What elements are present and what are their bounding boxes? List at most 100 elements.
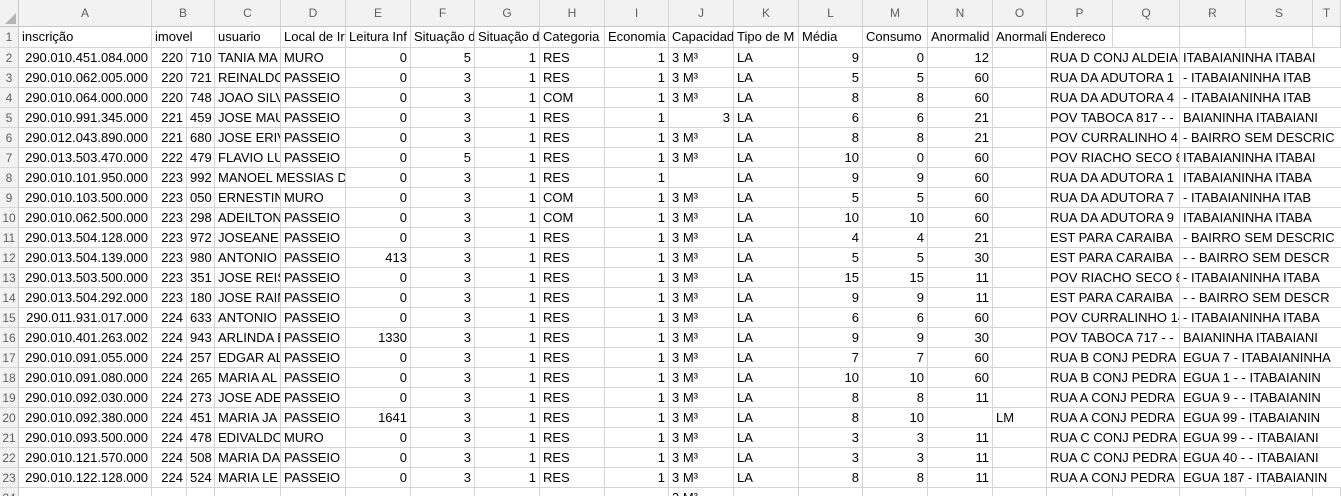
- cell-local[interactable]: PASSEIO: [281, 348, 346, 368]
- cell-situacao2[interactable]: 1: [475, 248, 540, 268]
- cell-imovel-part1[interactable]: 224: [152, 448, 187, 468]
- cell-capacidade[interactable]: 3 M³: [669, 248, 734, 268]
- cell-capacidade[interactable]: 3 M³: [669, 388, 734, 408]
- cell-anormalidade1[interactable]: 60: [928, 208, 993, 228]
- cell-consumo[interactable]: 9: [863, 168, 928, 188]
- cell-usuario[interactable]: REINALDO: [215, 68, 281, 88]
- cell-media[interactable]: 10: [799, 368, 863, 388]
- cell-usuario[interactable]: FLAVIO LU: [215, 148, 281, 168]
- header-cell-media[interactable]: Média: [799, 27, 863, 48]
- cell-anormalidade2[interactable]: [993, 328, 1047, 348]
- cell-endereco-continuation[interactable]: ITABAIANINHA ITABA: [1180, 208, 1341, 228]
- header-cell-situacao1[interactable]: Situação d: [411, 27, 475, 48]
- cell-consumo[interactable]: 5: [863, 248, 928, 268]
- cell-anormalidade2[interactable]: [993, 288, 1047, 308]
- cell-situacao1[interactable]: 3: [411, 448, 475, 468]
- cell-tipo-medidor[interactable]: LA: [734, 68, 799, 88]
- cell-situacao1[interactable]: 3: [411, 308, 475, 328]
- cell-endereco[interactable]: RUA B CONJ PEDRA I: [1047, 368, 1180, 388]
- cell-empty-k[interactable]: [734, 488, 799, 496]
- row-number-4[interactable]: 4: [0, 88, 19, 108]
- cell-anormalidade2[interactable]: [993, 68, 1047, 88]
- cell-usuario[interactable]: MARIA AL: [215, 368, 281, 388]
- cell-anormalidade1[interactable]: 11: [928, 448, 993, 468]
- cell-leitura[interactable]: 1641: [346, 408, 411, 428]
- header-cell-leitura[interactable]: Leitura Inf: [346, 27, 411, 48]
- cell-situacao2[interactable]: 1: [475, 188, 540, 208]
- cell-endereco-continuation[interactable]: EGUA 99 - - ITABAIANI: [1180, 428, 1341, 448]
- header-cell-empty-q[interactable]: [1113, 27, 1180, 48]
- cell-media[interactable]: 8: [799, 388, 863, 408]
- column-header-I[interactable]: I: [605, 0, 669, 26]
- cell-capacidade[interactable]: 3 M³: [669, 308, 734, 328]
- cell-anormalidade2[interactable]: [993, 88, 1047, 108]
- cell-categoria[interactable]: RES: [540, 428, 605, 448]
- cell-anormalidade2[interactable]: [993, 368, 1047, 388]
- cell-endereco[interactable]: RUA B CONJ PEDRA I: [1047, 348, 1180, 368]
- cell-situacao2[interactable]: 1: [475, 448, 540, 468]
- row-number-5[interactable]: 5: [0, 108, 19, 128]
- cell-anormalidade1[interactable]: 30: [928, 328, 993, 348]
- row-number-17[interactable]: 17: [0, 348, 19, 368]
- cell-imovel-part2[interactable]: 710: [187, 48, 215, 68]
- cell-situacao1[interactable]: 3: [411, 208, 475, 228]
- cell-situacao1[interactable]: 3: [411, 468, 475, 488]
- cell-categoria[interactable]: RES: [540, 328, 605, 348]
- cell-imovel-part2[interactable]: 748: [187, 88, 215, 108]
- cell-tipo-medidor[interactable]: LA: [734, 128, 799, 148]
- header-cell-empty-r[interactable]: [1180, 27, 1246, 48]
- cell-economia[interactable]: 1: [605, 88, 669, 108]
- cell-imovel-part1[interactable]: 223: [152, 248, 187, 268]
- cell-tipo-medidor[interactable]: LA: [734, 388, 799, 408]
- cell-categoria[interactable]: COM: [540, 88, 605, 108]
- cell-usuario[interactable]: MARIA DA: [215, 448, 281, 468]
- header-cell-local[interactable]: Local de Ir: [281, 27, 346, 48]
- cell-consumo[interactable]: 4: [863, 228, 928, 248]
- cell-local[interactable]: PASSEIO: [281, 468, 346, 488]
- cell-usuario[interactable]: JOSEANE I: [215, 228, 281, 248]
- cell-situacao1[interactable]: 3: [411, 428, 475, 448]
- row-number-2[interactable]: 2: [0, 48, 19, 68]
- cell-consumo[interactable]: 0: [863, 48, 928, 68]
- row-number-20[interactable]: 20: [0, 408, 19, 428]
- cell-local[interactable]: PASSEIO: [281, 88, 346, 108]
- cell-endereco[interactable]: POV RIACHO SECO 8: [1047, 268, 1180, 288]
- cell-tipo-medidor[interactable]: LA: [734, 428, 799, 448]
- column-header-K[interactable]: K: [734, 0, 799, 26]
- cell-economia[interactable]: 1: [605, 208, 669, 228]
- cell-inscricao[interactable]: 290.010.092.380.000: [19, 408, 152, 428]
- cell-tipo-medidor[interactable]: LA: [734, 408, 799, 428]
- cell-anormalidade2[interactable]: [993, 388, 1047, 408]
- cell-empty-l[interactable]: [799, 488, 863, 496]
- cell-endereco-continuation[interactable]: - BAIRRO SEM DESCRIC: [1180, 128, 1341, 148]
- cell-anormalidade1[interactable]: 21: [928, 228, 993, 248]
- cell-endereco[interactable]: RUA A CONJ PEDRA: [1047, 468, 1180, 488]
- cell-situacao1[interactable]: 3: [411, 268, 475, 288]
- cell-imovel-part1[interactable]: 224: [152, 468, 187, 488]
- cell-imovel-part2[interactable]: 459: [187, 108, 215, 128]
- column-header-D[interactable]: D: [281, 0, 346, 26]
- cell-local[interactable]: PASSEIO: [281, 148, 346, 168]
- cell-tipo-medidor[interactable]: LA: [734, 168, 799, 188]
- cell-economia[interactable]: 1: [605, 428, 669, 448]
- cell-inscricao[interactable]: 290.013.504.292.000: [19, 288, 152, 308]
- cell-economia[interactable]: 1: [605, 228, 669, 248]
- cell-imovel-part2[interactable]: 265: [187, 368, 215, 388]
- cell-consumo[interactable]: 5: [863, 68, 928, 88]
- cell-imovel-part1[interactable]: 223: [152, 228, 187, 248]
- cell-endereco[interactable]: RUA DA ADUTORA 1: [1047, 168, 1180, 188]
- cell-imovel-part1[interactable]: 224: [152, 328, 187, 348]
- cell-capacidade[interactable]: 3 M³: [669, 428, 734, 448]
- cell-endereco[interactable]: POV TABOCA 717 - -: [1047, 328, 1180, 348]
- cell-anormalidade1[interactable]: 60: [928, 368, 993, 388]
- cell-usuario[interactable]: JOSE MAU: [215, 108, 281, 128]
- cell-empty-b2[interactable]: [187, 488, 215, 496]
- cell-anormalidade2[interactable]: [993, 208, 1047, 228]
- cell-endereco-continuation[interactable]: EGUA 187 - ITABAIANIN: [1180, 468, 1341, 488]
- cell-usuario[interactable]: ARLINDA E: [215, 328, 281, 348]
- column-header-C[interactable]: C: [215, 0, 281, 26]
- cell-endereco-continuation[interactable]: - ITABAIANINHA ITABA: [1180, 308, 1341, 328]
- cell-leitura[interactable]: 0: [346, 88, 411, 108]
- cell-imovel-part1[interactable]: 221: [152, 108, 187, 128]
- cell-tipo-medidor[interactable]: LA: [734, 468, 799, 488]
